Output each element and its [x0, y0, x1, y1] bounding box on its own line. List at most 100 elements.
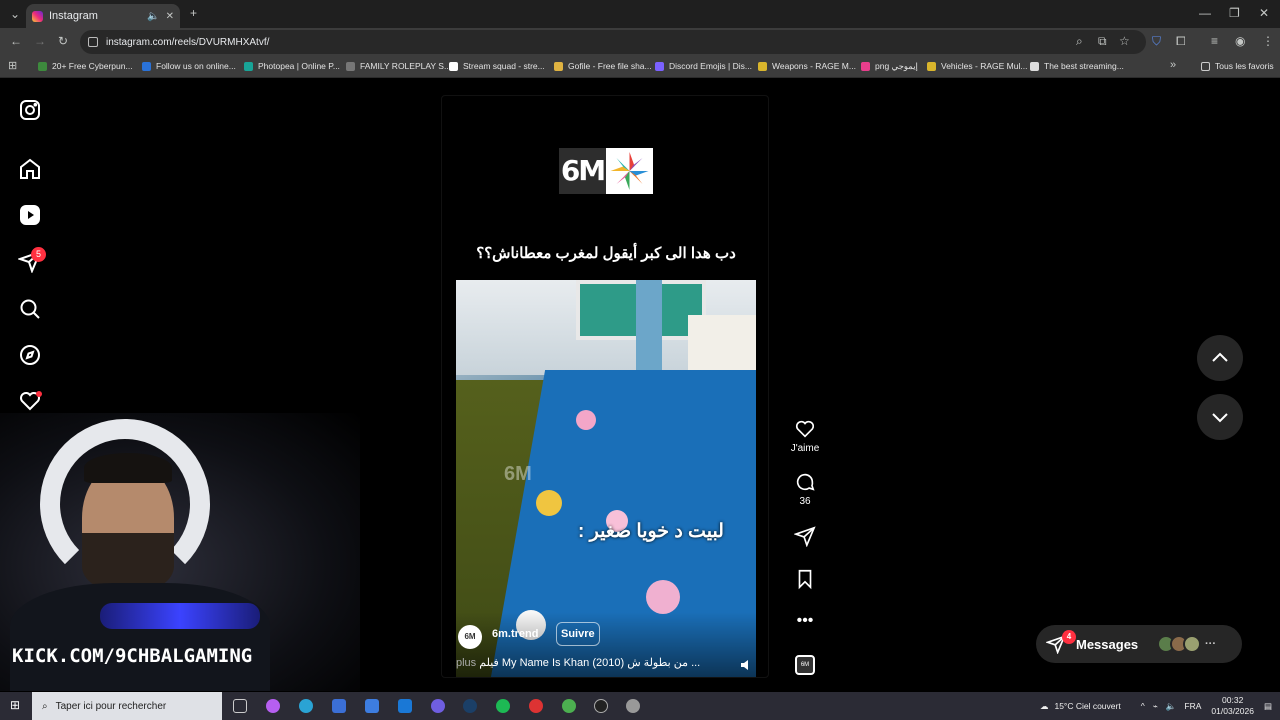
- tab-title: Instagram: [49, 10, 98, 22]
- reels-icon[interactable]: [18, 203, 42, 227]
- store-icon[interactable]: [332, 699, 346, 713]
- tray-expand-icon[interactable]: ^: [1141, 701, 1145, 711]
- bookmark-item[interactable]: Weapons - RAGE M...: [758, 61, 856, 71]
- like-label: J'aime: [790, 443, 820, 454]
- bookmark-favicon-icon: [655, 61, 664, 71]
- spotify-icon[interactable]: [496, 699, 510, 713]
- discord-icon[interactable]: [431, 699, 445, 713]
- video-flower: [646, 580, 680, 614]
- like-button[interactable]: J'aime: [786, 418, 824, 454]
- zoom-icon[interactable]: ⌕: [1076, 34, 1083, 49]
- task-view-icon[interactable]: [233, 699, 247, 713]
- bookmark-label: 20+ Free Cyberpun...: [52, 61, 133, 71]
- author-avatar[interactable]: 6M: [458, 625, 482, 649]
- bookmark-item[interactable]: Follow us on online...: [142, 61, 236, 71]
- previous-reel-button[interactable]: [1197, 335, 1243, 381]
- outlook-icon[interactable]: [398, 699, 412, 713]
- video-flower: [576, 410, 596, 430]
- start-icon[interactable]: ⊞: [10, 698, 20, 712]
- bookmark-item[interactable]: Photopea | Online P...: [244, 61, 340, 71]
- taskbar-search[interactable]: ⌕ Taper ici pour rechercher: [32, 692, 222, 720]
- comment-button[interactable]: 36: [786, 471, 824, 507]
- bookmark-favicon-icon: [449, 61, 458, 71]
- volume-icon[interactable]: [739, 658, 753, 672]
- extensions-puzzle-icon[interactable]: ⧠: [1176, 34, 1186, 49]
- forward-icon[interactable]: →: [34, 34, 46, 48]
- streamer-shirt: [10, 583, 270, 691]
- bookmark-item[interactable]: Vehicles - RAGE Mul...: [927, 61, 1027, 71]
- explore-icon[interactable]: [18, 343, 42, 367]
- new-tab-icon[interactable]: +: [190, 6, 197, 20]
- back-icon[interactable]: ←: [10, 34, 22, 48]
- save-button[interactable]: [786, 568, 824, 593]
- more-options-button[interactable]: •••: [786, 611, 824, 631]
- home-icon[interactable]: [18, 157, 42, 181]
- media-controls-icon[interactable]: ≡: [1211, 34, 1218, 48]
- bookmark-favicon-icon: [554, 61, 563, 71]
- install-icon[interactable]: ⧉: [1098, 34, 1107, 49]
- bookmark-item[interactable]: Gofile - Free file sha...: [554, 61, 652, 71]
- more-bookmarks-icon[interactable]: »: [1170, 59, 1176, 71]
- bookmark-item[interactable]: png إيموجي: [861, 61, 918, 72]
- follow-button[interactable]: Suivre: [556, 622, 600, 646]
- tab-search-chevron-icon[interactable]: ⌄: [10, 7, 20, 21]
- minimize-icon[interactable]: —: [1199, 6, 1211, 20]
- chrome-active-icon[interactable]: [562, 699, 576, 713]
- tab-close-icon[interactable]: ✕: [166, 11, 174, 22]
- microphone: [100, 603, 260, 629]
- browser-menu-icon[interactable]: ⋮: [1262, 34, 1274, 48]
- steam-icon[interactable]: [463, 699, 477, 713]
- reel-footer: 6M 6m.trend Suivre plus فيلم My Name Is …: [456, 612, 756, 677]
- messages-badge: 4: [1062, 630, 1076, 644]
- edge-icon[interactable]: [299, 699, 313, 713]
- video-watermark: 6M: [504, 463, 532, 485]
- chrome-icon[interactable]: [529, 699, 543, 713]
- files-icon[interactable]: [365, 699, 379, 713]
- messages-button[interactable]: 4 Messages ···: [1036, 625, 1242, 663]
- bookmark-item[interactable]: Stream squad - stre...: [449, 61, 545, 71]
- tab-instagram[interactable]: Instagram 🔈 ✕: [26, 4, 180, 28]
- comments-count: 36: [799, 496, 811, 507]
- profile-avatar-icon[interactable]: ◉: [1235, 34, 1245, 48]
- reel-video[interactable]: 6M لبيت د خويا صغير : 6M 6m.trend Suivre…: [456, 280, 756, 677]
- reel-card[interactable]: 6M دب هدا الى كبر أيقول لمغرب معطاناش؟؟: [441, 95, 769, 678]
- instagram-logo-icon[interactable]: [18, 98, 42, 122]
- bookmark-label: Discord Emojis | Dis...: [669, 61, 752, 71]
- bookmark-item[interactable]: Discord Emojis | Dis...: [655, 61, 752, 71]
- author-name[interactable]: 6m.trend: [492, 628, 538, 640]
- extension-shield-icon[interactable]: ⛉: [1152, 34, 1161, 49]
- heart-icon: [795, 420, 815, 438]
- restore-icon[interactable]: ❐: [1229, 6, 1240, 20]
- site-info-icon[interactable]: [88, 37, 98, 47]
- weather-text[interactable]: 15°C Ciel couvert: [1054, 701, 1120, 711]
- search-icon[interactable]: [18, 297, 42, 321]
- address-bar[interactable]: instagram.com/reels/DVURMHXAtvf/: [80, 30, 1146, 54]
- app-icon[interactable]: [626, 699, 640, 713]
- clock[interactable]: 00:32 01/03/2026: [1211, 695, 1254, 717]
- notification-center-icon[interactable]: ▤: [1264, 701, 1272, 712]
- reel-description[interactable]: plus فيلم My Name Is Khan (2010) من بطول…: [456, 656, 706, 669]
- language-indicator[interactable]: FRA: [1184, 701, 1201, 711]
- more-link[interactable]: plus: [456, 657, 476, 669]
- speaker-icon[interactable]: 🔈: [1166, 701, 1177, 712]
- copilot-icon[interactable]: [266, 699, 280, 713]
- bookmark-favicon-icon: [927, 61, 936, 71]
- weather-icon[interactable]: ☁: [1040, 701, 1049, 712]
- bookmark-item[interactable]: 20+ Free Cyberpun...: [38, 61, 133, 71]
- all-bookmarks[interactable]: Tous les favoris: [1201, 61, 1274, 71]
- obs-icon[interactable]: [594, 699, 608, 713]
- window-close-icon[interactable]: ✕: [1259, 6, 1269, 20]
- bookmark-star-icon[interactable]: ☆: [1119, 34, 1130, 48]
- video-flower: [536, 490, 562, 516]
- bookmark-item[interactable]: The best streaming...: [1030, 61, 1124, 71]
- tab-audio-icon[interactable]: 🔈: [147, 11, 159, 22]
- apps-grid-icon[interactable]: ⊞: [8, 59, 17, 72]
- next-reel-button[interactable]: [1197, 394, 1243, 440]
- bookmark-item[interactable]: FAMILY ROLEPLAY S...: [346, 61, 451, 71]
- reload-icon[interactable]: ↻: [58, 34, 68, 48]
- chevron-down-icon: [1212, 413, 1228, 423]
- share-button[interactable]: [786, 525, 824, 550]
- audio-thumbnail[interactable]: 6M: [795, 655, 815, 675]
- network-icon[interactable]: ⌁: [1153, 701, 1158, 712]
- logo-star-icon: [606, 148, 653, 194]
